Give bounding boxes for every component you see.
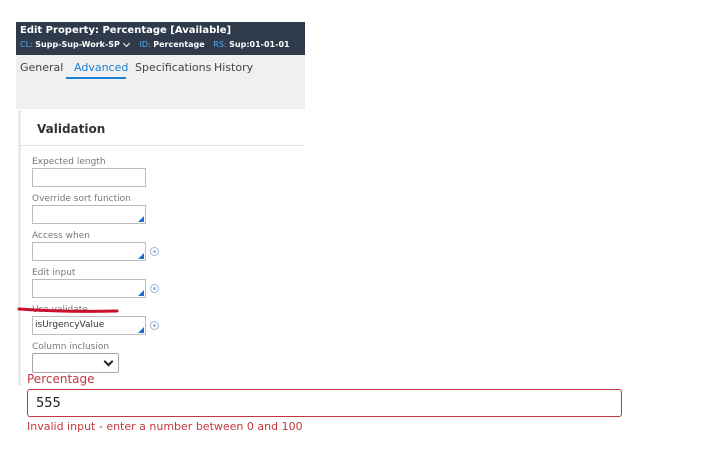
column-inclusion-label: Column inclusion [32, 342, 110, 352]
autocomplete-corner-icon [138, 327, 144, 333]
tab-general[interactable]: General [20, 61, 63, 74]
chevron-down-icon [103, 356, 114, 367]
gear-icon[interactable] [150, 284, 159, 293]
override-sort-input[interactable] [32, 205, 146, 224]
section-divider [21, 145, 305, 146]
gear-icon[interactable] [150, 321, 159, 330]
validation-error-message: Invalid input - enter a number between 0… [27, 420, 303, 433]
override-sort-label: Override sort function [32, 194, 131, 204]
tab-specifications[interactable]: Specifications [135, 61, 211, 74]
access-when-label: Access when [32, 231, 90, 241]
percentage-label: Percentage [27, 372, 95, 386]
rs-value: Sup:01-01-01 [229, 40, 290, 49]
column-inclusion-select[interactable] [32, 353, 119, 373]
id-key: ID: [139, 40, 151, 49]
gear-icon[interactable] [150, 247, 159, 256]
id-value: Percentage [153, 40, 205, 49]
edit-input-input[interactable] [32, 279, 146, 298]
expected-length-label: Expected length [32, 157, 106, 167]
red-underline-annotation [17, 307, 119, 313]
panel-title: Edit Property: Percentage [Available] [20, 25, 232, 36]
tab-advanced[interactable]: Advanced [74, 61, 128, 74]
autocomplete-corner-icon [138, 253, 144, 259]
percentage-input[interactable]: 555 [27, 389, 622, 417]
chevron-down-icon[interactable] [122, 39, 130, 48]
use-validate-input[interactable]: isUrgencyValue [32, 316, 146, 335]
cl-value[interactable]: Supp-Sup-Work-SP [35, 40, 120, 49]
use-validate-value: isUrgencyValue [35, 320, 105, 330]
expected-length-input[interactable] [32, 168, 146, 187]
header-meta: CL: Supp-Sup-Work-SP ID: Percentage RS: … [20, 39, 290, 49]
access-when-input[interactable] [32, 242, 146, 261]
rs-key: RS: [213, 40, 227, 49]
autocomplete-corner-icon [138, 290, 144, 296]
validation-section: Validation Expected length Override sort… [18, 110, 305, 385]
active-tab-indicator [66, 77, 126, 79]
red-underline-stroke [17, 307, 119, 313]
section-title: Validation [37, 122, 106, 136]
panel-header: Edit Property: Percentage [Available] CL… [16, 22, 305, 55]
tab-history[interactable]: History [214, 61, 253, 74]
cl-key: CL: [20, 40, 33, 49]
autocomplete-corner-icon [138, 216, 144, 222]
tab-bar: General Advanced Specifications History … [16, 55, 305, 385]
edit-property-panel: Edit Property: Percentage [Available] CL… [16, 22, 305, 385]
edit-input-label: Edit input [32, 268, 76, 278]
